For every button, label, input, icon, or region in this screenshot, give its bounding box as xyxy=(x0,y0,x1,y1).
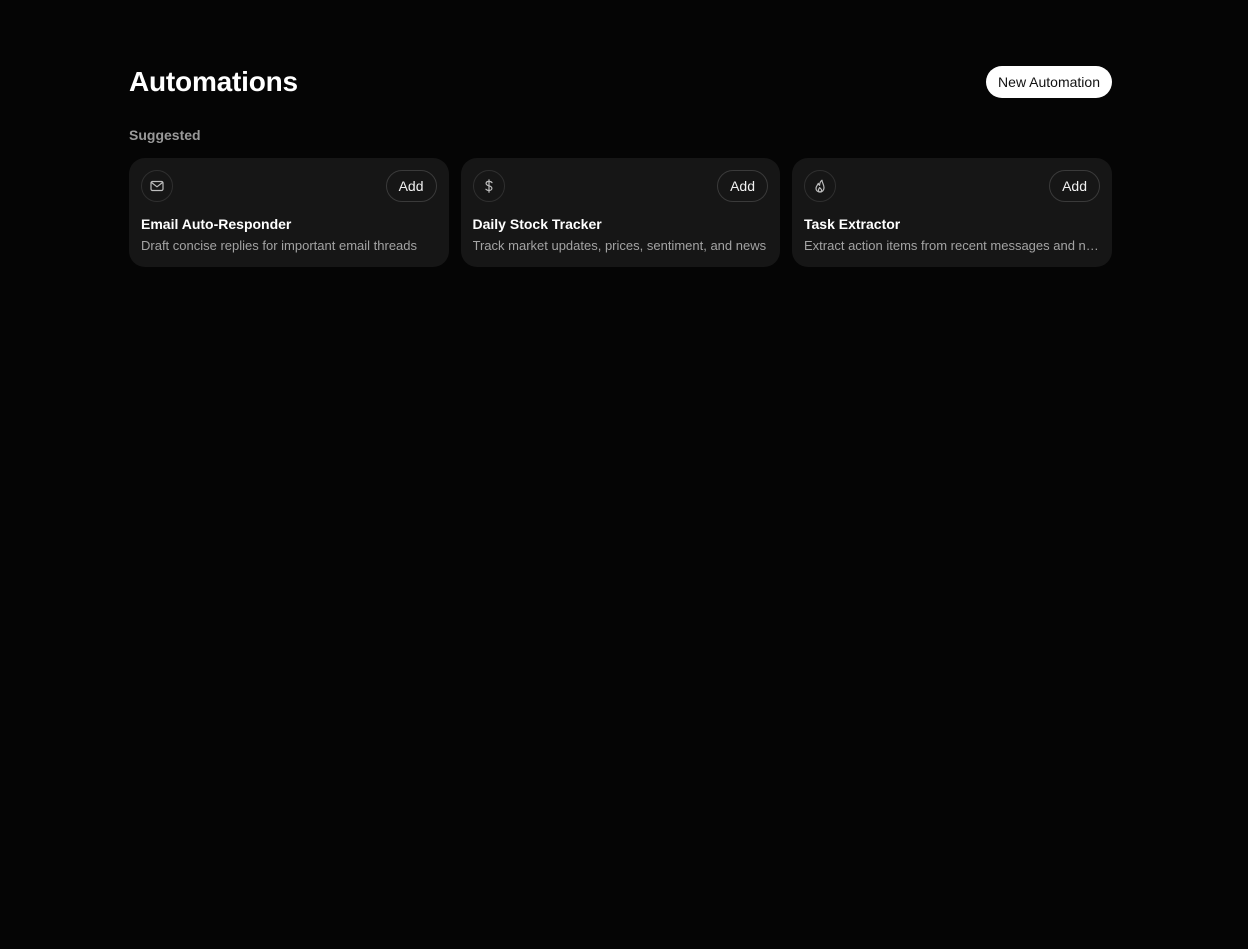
flame-icon xyxy=(804,170,836,202)
page-title: Automations xyxy=(129,66,298,97)
card-email-auto-responder: Add Email Auto-Responder Draft concise r… xyxy=(129,158,449,267)
dollar-icon xyxy=(472,170,505,202)
card-daily-stock-tracker: Add Daily Stock Tracker Track market upd… xyxy=(460,158,780,267)
add-task-extractor-button[interactable]: Add xyxy=(1049,170,1100,202)
card-task-extractor: Add Task Extractor Extract action items … xyxy=(792,158,1112,267)
new-automation-button[interactable]: New Automation xyxy=(986,66,1112,98)
card-title: Daily Stock Tracker xyxy=(472,216,602,232)
add-email-auto-responder-button[interactable]: Add xyxy=(385,170,437,202)
card-title: Email Auto-Responder xyxy=(141,216,292,232)
card-title: Task Extractor xyxy=(804,216,901,232)
card-description: Track market updates, prices, sentiment,… xyxy=(472,238,767,253)
card-header: Add xyxy=(141,170,437,202)
card-description: Draft concise replies for important emai… xyxy=(141,238,418,253)
suggested-section-label: Suggested xyxy=(129,127,201,143)
add-daily-stock-tracker-button[interactable]: Add xyxy=(717,170,768,202)
page-header: Automations New Automation xyxy=(129,64,1112,100)
card-header: Add xyxy=(472,170,768,202)
mail-icon xyxy=(141,170,173,202)
automations-page: Automations New Automation Suggested Add… xyxy=(129,64,1112,267)
card-description: Extract action items from recent message… xyxy=(804,238,1100,253)
card-header: Add xyxy=(804,170,1100,202)
suggested-cards: Add Email Auto-Responder Draft concise r… xyxy=(129,158,1112,267)
